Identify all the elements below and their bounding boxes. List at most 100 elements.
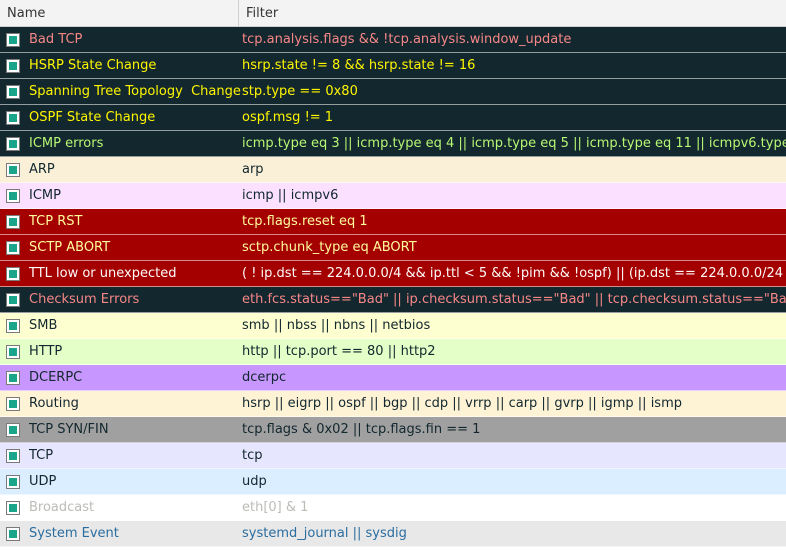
checkbox-checked-mark <box>9 165 17 174</box>
rule-filter: eth[0] & 1 <box>242 500 309 515</box>
checkbox-checked-mark <box>9 425 17 434</box>
checkbox-checked-mark <box>9 87 17 96</box>
rule-name: SCTP ABORT <box>29 240 111 255</box>
table-row[interactable]: Spanning Tree Topology Change stp.type ==… <box>0 79 786 105</box>
table-row[interactable]: HSRP State Change hsrp.state != 8 && hsrp… <box>0 53 786 79</box>
table-row[interactable]: HTTP http || tcp.port == 80 || http2 <box>0 339 786 365</box>
rule-enabled-checkbox[interactable] <box>6 500 20 515</box>
rule-name-cell: HSRP State Change <box>0 58 239 73</box>
table-row[interactable]: SCTP ABORT sctp.chunk_type eq ABORT <box>0 235 786 261</box>
rule-name-cell: TCP SYN/FIN <box>0 422 239 437</box>
rule-name: TTL low or unexpected <box>29 266 177 281</box>
rule-enabled-checkbox[interactable] <box>6 240 20 255</box>
checkbox-checked-mark <box>9 529 17 538</box>
rule-name: ICMP <box>29 188 61 203</box>
rule-filter: tcp <box>242 448 263 463</box>
rule-name-cell: Broadcast <box>0 500 239 515</box>
rule-filter: hsrp || eigrp || ospf || bgp || cdp || v… <box>242 396 682 411</box>
rule-enabled-checkbox[interactable] <box>6 188 20 203</box>
rule-name: Routing <box>29 396 79 411</box>
table-row[interactable]: Bad TCP tcp.analysis.flags && !tcp.analys… <box>0 27 786 53</box>
rule-name-cell: Checksum Errors <box>0 292 239 307</box>
rule-name: SMB <box>29 318 58 333</box>
checkbox-checked-mark <box>9 295 17 304</box>
table-row[interactable]: Checksum Errors eth.fcs.status=="Bad" || … <box>0 287 786 313</box>
rule-name: HSRP State Change <box>29 58 157 73</box>
checkbox-checked-mark <box>9 503 17 512</box>
checkbox-checked-mark <box>9 61 17 70</box>
checkbox-checked-mark <box>9 113 17 122</box>
rule-enabled-checkbox[interactable] <box>6 474 20 489</box>
table-row[interactable]: TCP RST tcp.flags.reset eq 1 <box>0 209 786 235</box>
checkbox-checked-mark <box>9 477 17 486</box>
rule-enabled-checkbox[interactable] <box>6 110 20 125</box>
rule-filter: stp.type == 0x80 <box>242 84 358 99</box>
rule-enabled-checkbox[interactable] <box>6 214 20 229</box>
rule-enabled-checkbox[interactable] <box>6 84 20 99</box>
table-body: Bad TCP tcp.analysis.flags && !tcp.analys… <box>0 27 786 547</box>
rule-enabled-checkbox[interactable] <box>6 162 20 177</box>
checkbox-checked-mark <box>9 321 17 330</box>
rule-name: DCERPC <box>29 370 83 385</box>
rule-enabled-checkbox[interactable] <box>6 422 20 437</box>
rule-enabled-checkbox[interactable] <box>6 526 20 541</box>
rule-name: Bad TCP <box>29 32 83 47</box>
table-row[interactable]: TCP SYN/FIN tcp.flags & 0x02 || tcp.flags… <box>0 417 786 443</box>
rule-name: ICMP errors <box>29 136 104 151</box>
rule-enabled-checkbox[interactable] <box>6 292 20 307</box>
table-row[interactable]: OSPF State Change ospf.msg != 1 <box>0 105 786 131</box>
checkbox-checked-mark <box>9 191 17 200</box>
rule-name-cell: DCERPC <box>0 370 239 385</box>
rule-name: TCP RST <box>29 214 83 229</box>
rule-name-cell: Spanning Tree Topology Change <box>0 84 241 99</box>
table-row[interactable]: ICMP errors icmp.type eq 3 || icmp.type e… <box>0 131 786 157</box>
rule-enabled-checkbox[interactable] <box>6 58 20 73</box>
rule-name: TCP SYN/FIN <box>29 422 109 437</box>
table-row[interactable]: ICMP icmp || icmpv6 <box>0 183 786 209</box>
rule-enabled-checkbox[interactable] <box>6 370 20 385</box>
rule-filter: eth.fcs.status=="Bad" || ip.checksum.sta… <box>242 292 786 307</box>
checkbox-checked-mark <box>9 373 17 382</box>
rule-filter: dcerpc <box>242 370 287 385</box>
rule-name-cell: ICMP <box>0 188 239 203</box>
rule-name: OSPF State Change <box>29 110 156 125</box>
rule-filter: tcp.flags.reset eq 1 <box>242 214 368 229</box>
rule-filter: icmp.type eq 3 || icmp.type eq 4 || icmp… <box>242 136 786 151</box>
rule-filter: tcp.analysis.flags && !tcp.analysis.wind… <box>242 32 572 47</box>
rule-enabled-checkbox[interactable] <box>6 32 20 47</box>
table-row[interactable]: Broadcast eth[0] & 1 <box>0 495 786 521</box>
rule-enabled-checkbox[interactable] <box>6 266 20 281</box>
rule-name-cell: SCTP ABORT <box>0 240 239 255</box>
checkbox-checked-mark <box>9 217 17 226</box>
table-row[interactable]: System Event systemd_journal || sysdig <box>0 521 786 547</box>
table-row[interactable]: TCP tcp <box>0 443 786 469</box>
rule-enabled-checkbox[interactable] <box>6 344 20 359</box>
table-row[interactable]: SMB smb || nbss || nbns || netbios <box>0 313 786 339</box>
rule-name-cell: UDP <box>0 474 239 489</box>
checkbox-checked-mark <box>9 347 17 356</box>
table-row[interactable]: UDP udp <box>0 469 786 495</box>
rule-name-cell: ARP <box>0 162 239 177</box>
rule-name-cell: Bad TCP <box>0 32 239 47</box>
rule-name: ARP <box>29 162 55 177</box>
column-header-filter[interactable]: Filter <box>239 0 786 26</box>
rule-name: HTTP <box>29 344 63 359</box>
rule-filter: ( ! ip.dst == 224.0.0.0/4 && ip.ttl < 5 … <box>242 266 786 281</box>
column-header-name[interactable]: Name <box>0 0 239 26</box>
rule-name-cell: System Event <box>0 526 239 541</box>
rule-enabled-checkbox[interactable] <box>6 396 20 411</box>
rule-name-cell: Routing <box>0 396 239 411</box>
table-row[interactable]: DCERPC dcerpc <box>0 365 786 391</box>
rule-filter: ospf.msg != 1 <box>242 110 334 125</box>
rule-enabled-checkbox[interactable] <box>6 136 20 151</box>
rule-name: Spanning Tree Topology Change <box>29 84 241 99</box>
rule-enabled-checkbox[interactable] <box>6 448 20 463</box>
rule-name: UDP <box>29 474 57 489</box>
table-row[interactable]: ARP arp <box>0 157 786 183</box>
checkbox-checked-mark <box>9 35 17 44</box>
table-row[interactable]: Routing hsrp || eigrp || ospf || bgp || c… <box>0 391 786 417</box>
rule-enabled-checkbox[interactable] <box>6 318 20 333</box>
table-row[interactable]: TTL low or unexpected ( ! ip.dst == 224.0… <box>0 261 786 287</box>
rule-filter: sctp.chunk_type eq ABORT <box>242 240 417 255</box>
rule-name-cell: TCP <box>0 448 239 463</box>
